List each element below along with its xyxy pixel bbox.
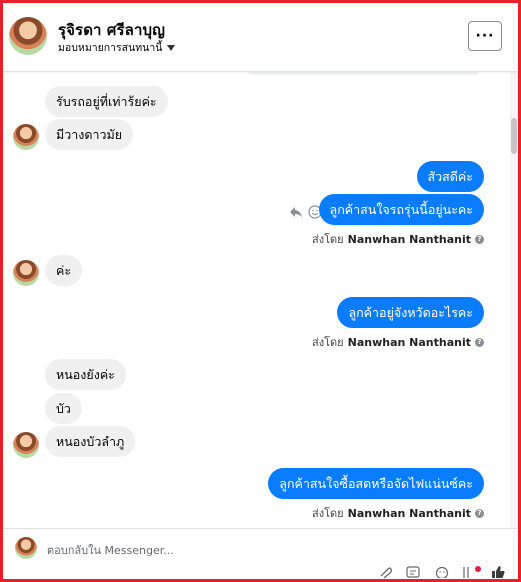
- conversation-header: รุจิรดา ศรีลาบุญ มอบหมายการสนทนานี้ ···: [3, 3, 518, 72]
- incoming-message[interactable]: ค่ะ: [45, 255, 83, 286]
- sent-by-prefix: ส่งโดย: [312, 233, 344, 246]
- reply-icon[interactable]: [288, 204, 304, 220]
- scrollbar-thumb[interactable]: [511, 118, 517, 154]
- notification-dot: [475, 566, 481, 572]
- sent-by-prefix: ส่งโดย: [312, 507, 344, 520]
- outgoing-message[interactable]: ลูกค้าสนใจรถรุ่นนี้อยู่นะคะ: [318, 194, 484, 225]
- assign-conversation-dropdown[interactable]: มอบหมายการสนทนานี้: [58, 39, 176, 56]
- incoming-message[interactable]: หนองยังค่ะ: [45, 359, 126, 390]
- incoming-message[interactable]: รับรถอยู่ที่เท่าร้ยค่ะ: [45, 86, 168, 117]
- sent-by-agent[interactable]: Nanwhan Nanthanit: [348, 233, 471, 246]
- reply-input[interactable]: ตอบกลับใน Messenger...: [47, 541, 174, 559]
- attachment-icon[interactable]: [378, 566, 392, 578]
- composer: ตอบกลับใน Messenger...: [3, 528, 518, 579]
- contact-avatar-small: [13, 432, 39, 458]
- outgoing-message[interactable]: ลูกค้าสนใจซื้อสดหรือจัดไฟแน่นซ์คะ: [268, 468, 484, 499]
- previous-message-edge: [248, 72, 478, 75]
- sent-by-line: ส่งโดย Nanwhan Nanthanit ?: [312, 333, 484, 351]
- agent-avatar: [15, 537, 37, 559]
- emoji-icon[interactable]: [435, 566, 449, 578]
- outgoing-message[interactable]: ลูกค้าอยู่จังหวัดอะไรคะ: [337, 297, 484, 328]
- incoming-message[interactable]: บัว: [45, 393, 82, 424]
- scrollbar[interactable]: [510, 72, 518, 528]
- incoming-message[interactable]: มีวางดาวมัย: [45, 119, 134, 150]
- sent-by-line: ส่งโดย Nanwhan Nanthanit ?: [312, 230, 484, 248]
- thumbs-up-icon[interactable]: [491, 566, 505, 578]
- incoming-message[interactable]: หนองบัวลำภู: [45, 426, 136, 457]
- gif-icon[interactable]: [461, 566, 475, 578]
- question-icon[interactable]: ?: [475, 508, 484, 518]
- contact-avatar-small: [13, 124, 39, 150]
- contact-avatar-small: [13, 260, 39, 286]
- sent-by-agent[interactable]: Nanwhan Nanthanit: [348, 507, 471, 520]
- outgoing-message[interactable]: สัวสดีค่ะ: [416, 161, 484, 192]
- more-options-button[interactable]: ···: [468, 21, 502, 51]
- sent-by-line: ส่งโดย Nanwhan Nanthanit ?: [312, 504, 484, 522]
- question-icon[interactable]: ?: [475, 337, 484, 347]
- contact-avatar[interactable]: [9, 17, 47, 55]
- sent-by-agent[interactable]: Nanwhan Nanthanit: [348, 336, 471, 349]
- caret-down-icon: [167, 44, 176, 51]
- saved-replies-icon[interactable]: [406, 566, 420, 578]
- sent-by-prefix: ส่งโดย: [312, 336, 344, 349]
- assign-conversation-label: มอบหมายการสนทนานี้: [58, 42, 163, 54]
- message-thread[interactable]: รับรถอยู่ที่เท่าร้ยค่ะ มีวางดาวมัย สัวสด…: [3, 72, 518, 528]
- question-icon[interactable]: ?: [475, 234, 484, 244]
